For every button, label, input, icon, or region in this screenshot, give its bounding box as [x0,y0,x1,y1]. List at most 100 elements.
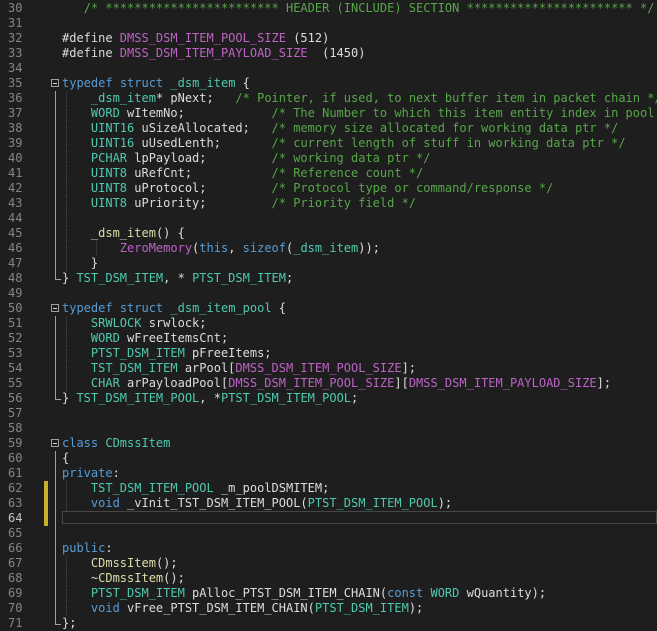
code-text[interactable]: } TST_DSM_ITEM_POOL, *PTST_DSM_ITEM_POOL… [62,391,358,406]
code-text[interactable]: UINT8 uPriority; /* Priority field */ [62,196,416,211]
code-text[interactable]: PTST_DSM_ITEM pFreeItems; [62,346,272,361]
code-text[interactable]: typedef struct _dsm_item_pool { [62,301,286,316]
code-line[interactable]: 42 UINT8 uProtocol; /* Protocol type or … [0,181,657,196]
code-editor[interactable]: 30 /* ************************ HEADER (I… [0,0,657,630]
code-line[interactable]: 53 PTST_DSM_ITEM pFreeItems; [0,346,657,361]
code-text[interactable]: TST_DSM_ITEM arPool[DMSS_DSM_ITEM_POOL_S… [62,361,416,376]
code-line[interactable]: 41 UINT8 uRefCnt; /* Reference count */ [0,166,657,181]
code-text[interactable]: }; [62,616,76,631]
code-token: , * [199,391,221,405]
code-text[interactable]: typedef struct _dsm_item { [62,76,250,91]
code-line[interactable]: 36 _dsm_item* pNext; /* Pointer, if used… [0,91,657,106]
code-text[interactable]: UINT8 uProtocol; /* Protocol type or com… [62,181,553,196]
code-line[interactable]: 33 #define DMSS_DSM_ITEM_PAYLOAD_SIZE (14… [0,46,657,61]
code-text[interactable]: public: [62,541,113,556]
code-line[interactable]: 54 TST_DSM_ITEM arPool[DMSS_DSM_ITEM_POO… [0,361,657,376]
code-line[interactable]: 47 } [0,256,657,271]
code-text[interactable]: _dsm_item* pNext; /* Pointer, if used, t… [62,91,657,106]
code-text[interactable]: } [62,256,98,271]
code-text[interactable]: #define DMSS_DSM_ITEM_POOL_SIZE (512) [62,31,329,46]
line-gutter: 58 [0,421,48,436]
code-line[interactable]: 60 { [0,451,657,466]
line-gutter: 68 [0,571,48,586]
code-line[interactable]: 63 void _vInit_TST_DSM_ITEM_POOL(PTST_DS… [0,496,657,511]
code-line[interactable]: 35 typedef struct _dsm_item { [0,76,657,91]
code-line[interactable]: 37 WORD wItemNo; /* The Number to which … [0,106,657,121]
code-line[interactable]: 62 TST_DSM_ITEM_POOL _m_poolDSMITEM; [0,481,657,496]
code-line[interactable]: 65 [0,526,657,541]
code-line[interactable]: 56} TST_DSM_ITEM_POOL, *PTST_DSM_ITEM_PO… [0,391,657,406]
code-text[interactable]: void _vInit_TST_DSM_ITEM_POOL(PTST_DSM_I… [62,496,452,511]
code-line[interactable]: 58 [0,421,657,436]
code-text[interactable]: WORD wFreeItemsCnt; [62,331,228,346]
code-line[interactable]: 68 ~CDmssItem(); [0,571,657,586]
code-line[interactable]: 39 UINT16 uUsedLenth; /* current length … [0,136,657,151]
code-text[interactable]: private: [62,466,120,481]
code-line[interactable]: 51 SRWLOCK srwlock; [0,316,657,331]
code-text[interactable]: TST_DSM_ITEM_POOL _m_poolDSMITEM; [62,481,329,496]
code-text[interactable]: PCHAR lpPayload; /* working data ptr */ [62,151,431,166]
code-line[interactable]: 66 public: [0,541,657,556]
collapse-toggle-icon[interactable] [51,79,59,87]
line-gutter: 66 [0,541,48,556]
code-line[interactable]: 40 PCHAR lpPayload; /* working data ptr … [0,151,657,166]
line-number: 40 [8,151,23,165]
code-text[interactable]: /* ************************ HEADER (INCL… [62,1,655,16]
code-line[interactable]: 43 UINT8 uPriority; /* Priority field */ [0,196,657,211]
code-text[interactable]: ~CDmssItem(); [62,571,185,586]
code-line[interactable]: 32 #define DMSS_DSM_ITEM_POOL_SIZE (512) [0,31,657,46]
collapse-toggle-icon[interactable] [51,439,59,447]
line-gutter: 61 [0,466,48,481]
code-token: DMSS_DSM_ITEM_POOL_SIZE [228,376,395,390]
code-text[interactable]: UINT16 uUsedLenth; /* current length of … [62,136,626,151]
code-line[interactable]: 48} TST_DSM_ITEM, * PTST_DSM_ITEM; [0,271,657,286]
code-line[interactable]: 52 WORD wFreeItemsCnt; [0,331,657,346]
code-line[interactable]: 57 [0,406,657,421]
code-line[interactable]: 55 CHAR arPayloadPool[DMSS_DSM_ITEM_POOL… [0,376,657,391]
code-text[interactable]: class CDmssItem [62,436,170,451]
code-text[interactable]: SRWLOCK srwlock; [62,316,207,331]
code-line[interactable]: 59 class CDmssItem [0,436,657,451]
code-line[interactable]: 45 _dsm_item() { [0,226,657,241]
code-token: uSizeAllocated; [134,121,272,135]
code-text[interactable]: UINT8 uRefCnt; /* Reference count */ [62,166,423,181]
code-line[interactable]: 69 PTST_DSM_ITEM pAlloc_PTST_DSM_ITEM_CH… [0,586,657,601]
code-text[interactable]: #define DMSS_DSM_ITEM_PAYLOAD_SIZE (1450… [62,46,365,61]
code-line[interactable]: 44 [0,211,657,226]
code-line[interactable]: 64 [0,511,657,526]
code-text[interactable]: _dsm_item() { [62,226,185,241]
code-token: DMSS_DSM_ITEM_POOL_SIZE [235,361,402,375]
code-line[interactable]: 30 /* ************************ HEADER (I… [0,1,657,16]
code-line[interactable]: 49 [0,286,657,301]
code-line[interactable]: 50 typedef struct _dsm_item_pool { [0,301,657,316]
code-token: /* Pointer, if used, to next buffer item… [235,91,657,105]
code-line[interactable]: 31 [0,16,657,31]
line-number: 45 [8,226,23,240]
code-text[interactable]: ZeroMemory(this, sizeof(_dsm_item)); [62,241,380,256]
code-text[interactable]: void vFree_PTST_DSM_ITEM_CHAIN(PTST_DSM_… [62,601,423,616]
code-text[interactable]: CHAR arPayloadPool[DMSS_DSM_ITEM_POOL_SI… [62,376,611,391]
code-token: UINT8 [90,166,128,180]
code-token: PTST_DSM_ITEM_POOL [220,391,352,405]
code-text[interactable]: { [62,451,69,466]
code-line[interactable]: 70 void vFree_PTST_DSM_ITEM_CHAIN(PTST_D… [0,601,657,616]
code-line[interactable]: 61 private: [0,466,657,481]
code-text[interactable]: } TST_DSM_ITEM, * PTST_DSM_ITEM; [62,271,293,286]
code-line[interactable]: 34 [0,61,657,76]
code-text[interactable]: CDmssItem(); [62,556,178,571]
code-line[interactable]: 46 ZeroMemory(this, sizeof(_dsm_item)); [0,241,657,256]
code-text[interactable]: UINT16 uSizeAllocated; /* memory size al… [62,121,618,136]
code-text[interactable]: PTST_DSM_ITEM pAlloc_PTST_DSM_ITEM_CHAIN… [62,586,546,601]
line-gutter: 39 [0,136,48,151]
code-line[interactable]: 38 UINT16 uSizeAllocated; /* memory size… [0,121,657,136]
code-line[interactable]: 71}; [0,616,657,631]
line-number: 43 [8,196,23,210]
code-token: PTST_DSM_ITEM_POOL [307,496,438,510]
code-token: uUsedLenth; [134,136,272,150]
code-line[interactable]: 67 CDmssItem(); [0,556,657,571]
code-text[interactable]: WORD wItemNo; /* The Number to which thi… [62,106,657,121]
collapse-toggle-icon[interactable] [51,304,59,312]
line-number: 51 [8,316,23,330]
